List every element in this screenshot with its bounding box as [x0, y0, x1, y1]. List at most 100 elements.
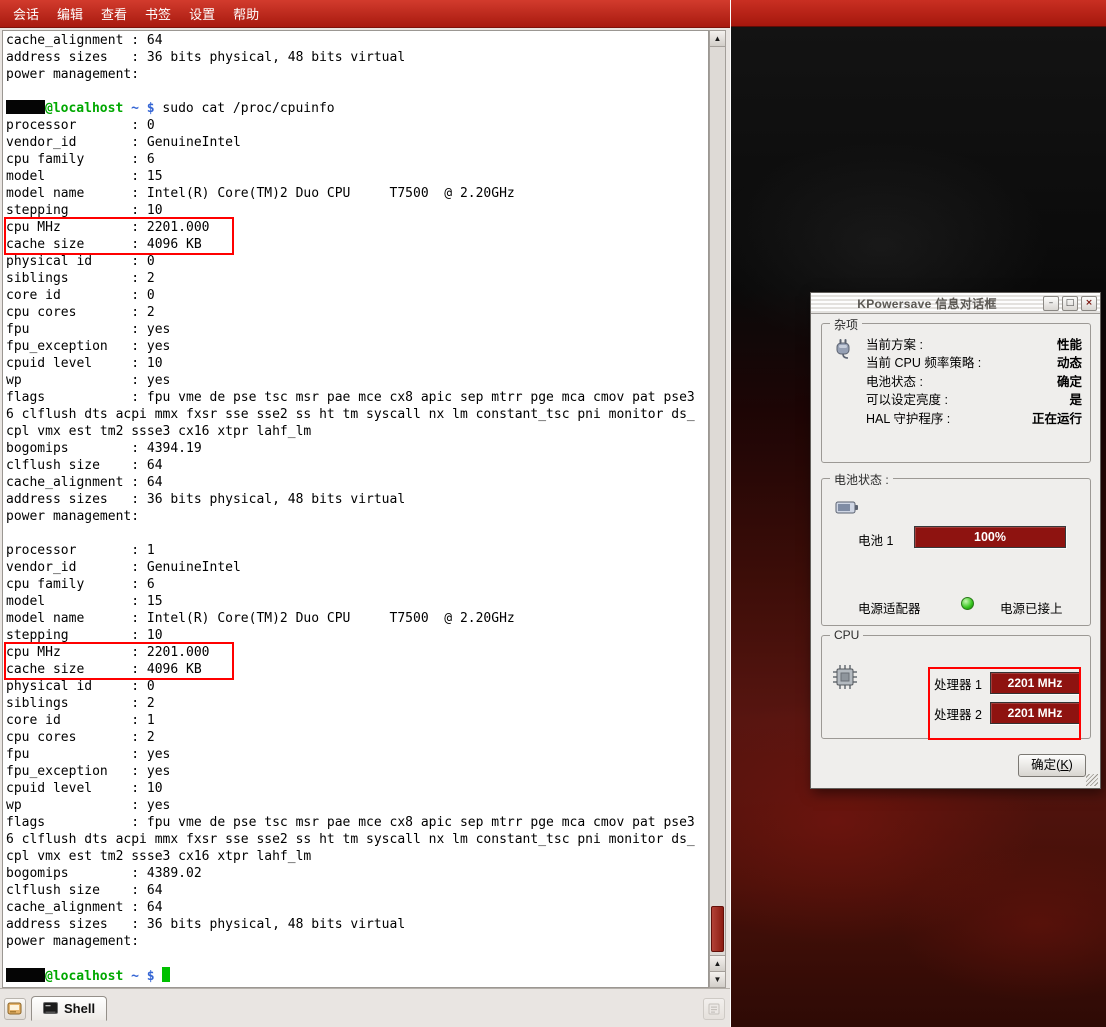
- terminal-output-line: vendor_id : GenuineIntel: [6, 134, 708, 151]
- terminal-output-line: cpu family : 6: [6, 151, 708, 168]
- misc-value: 动态: [1057, 352, 1082, 371]
- terminal-cursor: [162, 967, 170, 982]
- battery-icon: [835, 499, 859, 520]
- terminal-prompt-line: @localhost ~ $ sudo cat /proc/cpuinfo: [6, 100, 708, 117]
- ok-label: 确定(: [1031, 758, 1060, 772]
- ac-adapter-status: 电源已接上: [1000, 598, 1063, 617]
- group-misc-legend: 杂项: [830, 316, 862, 333]
- dialog-titlebar[interactable]: KPowersave 信息对话框 – □ ×: [811, 293, 1100, 314]
- terminal-output-line: siblings : 2: [6, 270, 708, 287]
- battery-progressbar: 100%: [914, 526, 1066, 548]
- terminal-output-line: cache_alignment : 64: [6, 32, 708, 49]
- terminal-output-line: cache_alignment : 64: [6, 474, 708, 491]
- menu-help[interactable]: 帮助: [224, 0, 268, 28]
- new-session-icon: [7, 1001, 23, 1017]
- terminal-output-line: address sizes : 36 bits physical, 48 bit…: [6, 916, 708, 933]
- misc-label: HAL 守护程序 :: [866, 408, 950, 427]
- terminal-output-line: cpu cores : 2: [6, 729, 708, 746]
- terminal-output-line: vendor_id : GenuineIntel: [6, 559, 708, 576]
- konsole-window: 会话 编辑 查看 书签 设置 帮助 cache_alignment : 64ad…: [0, 0, 731, 1027]
- misc-value: 确定: [1057, 371, 1082, 390]
- cpu2-label: 处理器 2: [934, 704, 984, 723]
- scrollbar-thumb[interactable]: [711, 906, 724, 952]
- terminal-output-line: flags : fpu vme de pse tsc msr pae mce c…: [6, 389, 708, 406]
- terminal-output-line: [6, 83, 708, 100]
- video-red-strip: [731, 0, 1106, 27]
- session-list-icon: [707, 1002, 721, 1016]
- terminal-output-line: address sizes : 36 bits physical, 48 bit…: [6, 49, 708, 66]
- redacted-username: [6, 100, 45, 114]
- misc-label: 当前 CPU 频率策略 :: [866, 352, 981, 371]
- scrollbar-up-button-2[interactable]: ▲: [710, 955, 725, 971]
- terminal-output-line: cpu cores : 2: [6, 304, 708, 321]
- terminal-output-line: [6, 950, 708, 967]
- menu-session[interactable]: 会话: [4, 0, 48, 28]
- terminal-output-line: physical id : 0: [6, 678, 708, 695]
- misc-row-hal-daemon: HAL 守护程序 : 正在运行: [866, 408, 1082, 427]
- terminal-output-line: wp : yes: [6, 797, 708, 814]
- terminal-output-line: cpl vmx est tm2 ssse3 cx16 xtpr lahf_lm: [6, 848, 708, 865]
- annotation-highlight-box: cpu MHz : 2201.000cache size : 4096 KB: [4, 642, 234, 680]
- menu-view[interactable]: 查看: [92, 0, 136, 28]
- close-button[interactable]: ×: [1081, 296, 1097, 311]
- ok-button[interactable]: 确定(K): [1018, 754, 1086, 777]
- terminal-output-line: wp : yes: [6, 372, 708, 389]
- terminal-output-line: stepping : 10: [6, 627, 708, 644]
- misc-label: 电池状态 :: [866, 371, 923, 390]
- resize-grip[interactable]: [1086, 774, 1098, 786]
- terminal-output-line: clflush size : 64: [6, 882, 708, 899]
- shell-icon: [43, 1002, 58, 1015]
- tab-shell[interactable]: Shell: [31, 996, 107, 1021]
- misc-label: 当前方案 :: [866, 334, 923, 353]
- group-battery-status: 电池状态 : 电池 1 100% 电源适配器 电源已接上: [821, 478, 1091, 626]
- konsole-tabbar: Shell: [0, 988, 730, 1027]
- group-cpu: CPU 处理器 1 2201 MHz 处理器 2 2201 MHz: [821, 635, 1091, 739]
- konsole-menubar: 会话 编辑 查看 书签 设置 帮助: [0, 0, 730, 28]
- redacted-username: [6, 968, 45, 982]
- new-session-button[interactable]: [4, 998, 26, 1020]
- scrollbar-up-button[interactable]: ▲: [710, 31, 725, 47]
- misc-value: 正在运行: [1032, 408, 1082, 427]
- menu-edit[interactable]: 编辑: [48, 0, 92, 28]
- terminal-output-line: cpuid level : 10: [6, 355, 708, 372]
- battery-label: 电池 1: [858, 530, 893, 549]
- group-miscellaneous: 杂项 当前方案 : 性能 当前 CPU 频率策略 : 动态 电池状态 : 确定: [821, 323, 1091, 463]
- ok-label-close: ): [1069, 758, 1073, 772]
- terminal-output-line: cpu MHz : 2201.000: [6, 219, 232, 236]
- terminal-output-line: model name : Intel(R) Core(TM)2 Duo CPU …: [6, 185, 708, 202]
- prompt-path: ~ $: [123, 101, 162, 116]
- prompt-host: @localhost: [45, 101, 123, 116]
- maximize-button[interactable]: □: [1062, 296, 1078, 311]
- scrollbar-down-button[interactable]: ▼: [710, 971, 725, 987]
- terminal-output-line: processor : 1: [6, 542, 708, 559]
- terminal-output-line: bogomips : 4389.02: [6, 865, 708, 882]
- terminal-output-line: fpu_exception : yes: [6, 763, 708, 780]
- terminal-output-line: fpu_exception : yes: [6, 338, 708, 355]
- cpu1-label: 处理器 1: [934, 674, 984, 693]
- terminal-output-line: physical id : 0: [6, 253, 708, 270]
- terminal-output-line: cache size : 4096 KB: [6, 236, 232, 253]
- cpu1-frequency-bar: 2201 MHz: [990, 672, 1080, 694]
- menu-bookmarks[interactable]: 书签: [136, 0, 180, 28]
- group-battery-legend: 电池状态 :: [830, 471, 893, 488]
- terminal-scrollbar[interactable]: ▲ ▲ ▼: [709, 30, 726, 988]
- misc-value: 是: [1069, 389, 1082, 408]
- cpu-chip-icon: [832, 664, 858, 695]
- misc-label: 可以设定亮度 :: [866, 389, 948, 408]
- kpowersave-icon: [831, 337, 855, 366]
- terminal-output[interactable]: cache_alignment : 64address sizes : 36 b…: [2, 30, 709, 988]
- misc-row-battery-state: 电池状态 : 确定: [866, 371, 1082, 390]
- terminal-output-line: siblings : 2: [6, 695, 708, 712]
- terminal-output-line: [6, 525, 708, 542]
- terminal-output-line: power management:: [6, 508, 708, 525]
- terminal-output-line: 6 clflush dts acpi mmx fxsr sse sse2 ss …: [6, 406, 708, 423]
- menu-settings[interactable]: 设置: [180, 0, 224, 28]
- terminal-output-line: 6 clflush dts acpi mmx fxsr sse sse2 ss …: [6, 831, 708, 848]
- misc-row-cpu-policy: 当前 CPU 频率策略 : 动态: [866, 353, 1082, 372]
- cpu-row-1: 处理器 1 2201 MHz: [934, 672, 1080, 694]
- terminal-output-line: flags : fpu vme de pse tsc msr pae mce c…: [6, 814, 708, 831]
- session-list-button[interactable]: [703, 998, 725, 1020]
- minimize-button[interactable]: –: [1043, 296, 1059, 311]
- misc-row-scheme: 当前方案 : 性能: [866, 334, 1082, 353]
- cpu2-frequency-bar: 2201 MHz: [990, 702, 1080, 724]
